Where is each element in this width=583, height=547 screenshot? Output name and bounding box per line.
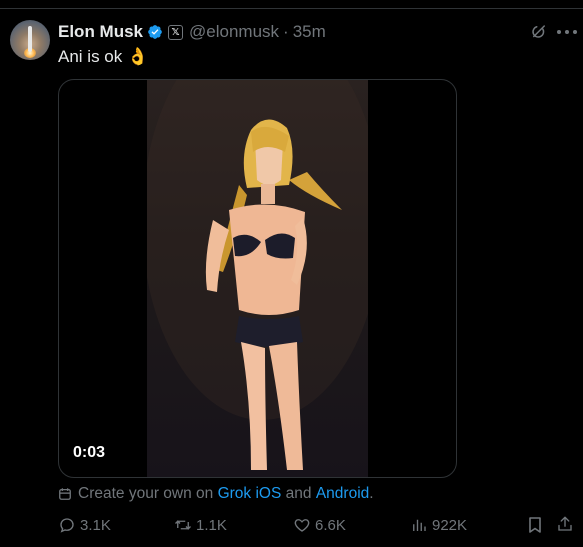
reply-button[interactable]: 3.1K: [58, 514, 111, 536]
tweet-header: Elon Musk 𝕏 @elonmusk · 35m: [58, 22, 326, 42]
repost-count: 1.1K: [196, 516, 227, 534]
repost-button[interactable]: 1.1K: [174, 514, 227, 536]
grok-promo: Create your own on Grok iOS and Android …: [58, 484, 374, 504]
view-count: 922K: [432, 516, 468, 534]
grok-ios-link[interactable]: Grok iOS: [218, 485, 282, 503]
repost-icon: [175, 520, 191, 530]
rocket-image: [28, 26, 32, 52]
anime-character-image: [147, 80, 368, 470]
promo-suffix: .: [369, 485, 374, 502]
reply-count: 3.1K: [80, 516, 111, 534]
views-button[interactable]: 922K: [410, 514, 467, 536]
analytics-icon: [413, 519, 426, 531]
like-button[interactable]: 6.6K: [293, 514, 346, 536]
grok-icon[interactable]: [530, 23, 548, 41]
share-icon[interactable]: [556, 515, 574, 533]
android-link[interactable]: Android: [316, 485, 369, 503]
bookmark-icon[interactable]: [527, 516, 543, 534]
video-player[interactable]: 0:03: [58, 79, 457, 478]
reply-icon: [60, 518, 74, 533]
timestamp[interactable]: 35m: [293, 22, 326, 42]
author-name[interactable]: Elon Musk: [58, 22, 143, 42]
tweet-actions: 3.1K 1.1K 6.6K 922K: [0, 514, 583, 536]
calendar-icon: [59, 488, 71, 500]
heart-icon: [294, 519, 310, 532]
separator: ·: [283, 22, 289, 41]
video-timestamp: 0:03: [73, 444, 106, 461]
author-handle[interactable]: @elonmusk: [189, 22, 279, 42]
video-frame: [147, 80, 368, 477]
more-options-icon[interactable]: [557, 24, 577, 40]
promo-prefix: Create your own on: [78, 485, 214, 502]
like-count: 6.6K: [315, 516, 346, 534]
avatar[interactable]: [10, 20, 50, 60]
tweet-text: Ani is ok 👌: [58, 47, 149, 66]
divider: [0, 8, 583, 9]
x-affiliate-icon[interactable]: 𝕏: [168, 24, 184, 40]
verified-icon[interactable]: [147, 24, 163, 40]
promo-middle: and: [285, 485, 312, 502]
